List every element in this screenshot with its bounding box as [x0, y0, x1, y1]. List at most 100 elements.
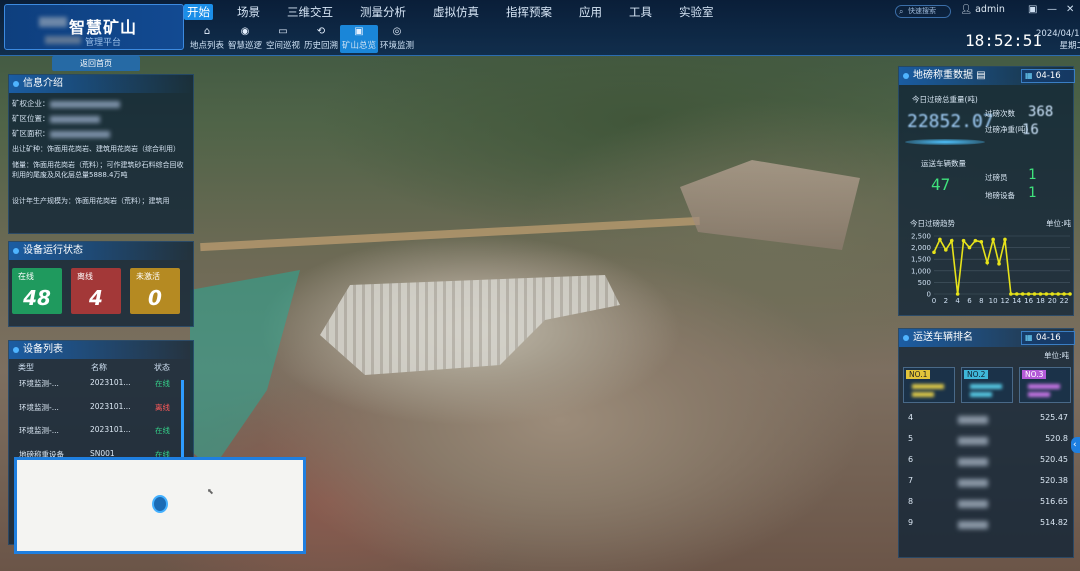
redacted — [1028, 384, 1060, 389]
trend-chart[interactable]: 05001,0001,5002,0002,5000 2 4 6 8 10 12 14 16 18 2… — [900, 228, 1074, 308]
menu-item-scene[interactable]: 场景 — [234, 4, 263, 20]
data-point[interactable] — [1020, 292, 1025, 296]
rank-row[interactable]: 4 525.47 — [908, 413, 1068, 427]
device-name: 2023101... — [90, 378, 131, 387]
tool-smart-patrol[interactable]: ◉ 智慧巡逻 — [226, 25, 264, 53]
back-home-button[interactable]: 返回首页 — [52, 56, 140, 71]
device-status: 在线 — [155, 379, 170, 388]
redacted-plate — [958, 416, 988, 424]
y-tick-label: 1,000 — [911, 267, 931, 275]
data-point[interactable] — [979, 240, 984, 244]
data-point[interactable] — [973, 238, 978, 243]
tool-label: 历史回溯 — [303, 41, 338, 51]
tool-mine-overview[interactable]: ▣ 矿山总览 — [340, 25, 378, 53]
rank-row[interactable]: 6 520.45 — [908, 455, 1068, 469]
data-point[interactable] — [1056, 292, 1060, 296]
tool-space-patrol[interactable]: ▭ 空间巡视 — [264, 25, 302, 53]
tool-history[interactable]: ⟲ 历史回溯 — [302, 25, 340, 53]
close-icon[interactable]: ✕ — [1066, 4, 1074, 15]
rank-top-3[interactable]: NO.3 — [1019, 367, 1071, 403]
device-name: 2023101... — [90, 425, 131, 434]
data-point[interactable] — [1014, 292, 1019, 296]
device-row[interactable]: 环境监测-... 2023101... 在线 — [12, 425, 182, 439]
status-card-offline[interactable]: 离线 4 — [71, 268, 121, 314]
data-point[interactable] — [961, 238, 966, 243]
status-card-online[interactable]: 在线 48 — [12, 268, 62, 314]
menu-item-apps[interactable]: 应用 — [576, 4, 605, 20]
weigh-date-picker[interactable]: ▦ 04-16 — [1021, 69, 1075, 83]
menu-item-command[interactable]: 指挥预案 — [503, 4, 555, 20]
minimize-icon[interactable]: — — [1047, 4, 1057, 15]
col-name[interactable]: 名称 — [91, 362, 107, 373]
rank-row[interactable]: 7 520.38 — [908, 476, 1068, 490]
x-tick-label: 4 — [955, 297, 960, 305]
rank-row[interactable]: 9 514.82 — [908, 518, 1068, 532]
data-point[interactable] — [938, 237, 942, 242]
devices-value: 1 — [1028, 185, 1037, 201]
redacted — [970, 392, 992, 397]
menu-item-sim[interactable]: 虚拟仿真 — [430, 4, 482, 20]
data-point[interactable] — [1003, 237, 1007, 242]
data-point[interactable] — [1026, 292, 1031, 296]
user-menu[interactable]: 👤︎ admin — [960, 4, 1005, 15]
data-point[interactable] — [1044, 292, 1049, 296]
device-status-title: 设备运行状态 — [9, 242, 193, 260]
col-status[interactable]: 状态 — [154, 362, 170, 373]
location-marker-icon[interactable] — [152, 495, 168, 513]
rank-badge: NO.3 — [1022, 370, 1047, 379]
x-tick-label: 8 — [979, 297, 983, 305]
rank-row[interactable]: 8 516.65 — [908, 497, 1068, 511]
menu-item-lab[interactable]: 实验室 — [676, 4, 717, 20]
data-point[interactable] — [991, 237, 995, 242]
rank-badge: NO.2 — [964, 370, 989, 379]
data-point[interactable] — [985, 260, 990, 265]
tool-label: 矿山总览 — [341, 41, 376, 51]
rank-index: 7 — [908, 476, 914, 485]
y-tick-label: 2,500 — [911, 233, 931, 241]
redacted — [49, 115, 100, 123]
rank-top-1[interactable]: NO.1 — [903, 367, 955, 403]
scene-stone-blocks — [320, 275, 620, 375]
data-point[interactable] — [1050, 292, 1055, 296]
sub-toolbar: ⌂ 地点列表 ◉ 智慧巡逻 ▭ 空间巡视 ⟲ 历史回溯 ▣ 矿山总览 ◎ 环境监测 — [188, 25, 416, 53]
data-point[interactable] — [932, 250, 936, 255]
device-row[interactable]: 环境监测-... 2023101... 离线 — [12, 402, 182, 416]
device-type: 环境监测-... — [19, 426, 59, 435]
data-point[interactable] — [944, 248, 948, 252]
menu-item-tools[interactable]: 工具 — [626, 4, 655, 20]
device-type: 环境监测-... — [19, 379, 59, 388]
status-card-inactive[interactable]: 未激活 0 — [130, 268, 180, 314]
tool-location-list[interactable]: ⌂ 地点列表 — [188, 25, 226, 53]
rank-value: 516.65 — [1040, 497, 1068, 506]
device-row[interactable]: 环境监测-... 2023101... 在线 — [12, 378, 182, 392]
fullscreen-icon[interactable]: ▣ — [1028, 4, 1037, 15]
rank-top-2[interactable]: NO.2 — [961, 367, 1013, 403]
tool-env-monitor[interactable]: ◎ 环境监测 — [378, 25, 416, 53]
rank-date-picker[interactable]: ▦ 04-16 — [1021, 331, 1075, 345]
app-logo: 智慧矿山 管理平台 — [4, 4, 184, 50]
data-point[interactable] — [1032, 292, 1037, 296]
data-point[interactable] — [949, 238, 954, 243]
data-point[interactable] — [1038, 292, 1043, 296]
menu-item-3d[interactable]: 三维交互 — [284, 4, 336, 20]
app-root: 智慧矿山 管理平台 开始 场景 三维交互 测量分析 虚拟仿真 指挥预案 应用 工… — [0, 0, 1080, 571]
data-point[interactable] — [955, 292, 960, 296]
data-point[interactable] — [1068, 292, 1072, 296]
data-point[interactable] — [1009, 292, 1013, 296]
weekday-text: 星期二 — [1059, 41, 1080, 51]
rank-value: 514.82 — [1040, 518, 1068, 527]
col-type[interactable]: 类型 — [18, 362, 34, 373]
data-point[interactable] — [997, 262, 1001, 266]
info-label: 矿权企业： — [12, 99, 50, 108]
data-point[interactable] — [1062, 292, 1066, 296]
menu-item-start[interactable]: 开始 — [184, 4, 213, 20]
card-label: 在线 — [18, 272, 34, 281]
rank-index: 9 — [908, 518, 914, 527]
calendar-icon: ▦ — [1025, 333, 1033, 342]
panel-toggle-chevron-icon[interactable]: ‹ — [1071, 437, 1080, 453]
data-point[interactable] — [967, 245, 972, 250]
menu-item-measure[interactable]: 测量分析 — [357, 4, 409, 20]
rank-row[interactable]: 5 520.8 — [908, 434, 1068, 448]
search-input[interactable]: ⌕ 快速搜索 — [895, 5, 951, 18]
rank-value: 520.38 — [1040, 476, 1068, 485]
